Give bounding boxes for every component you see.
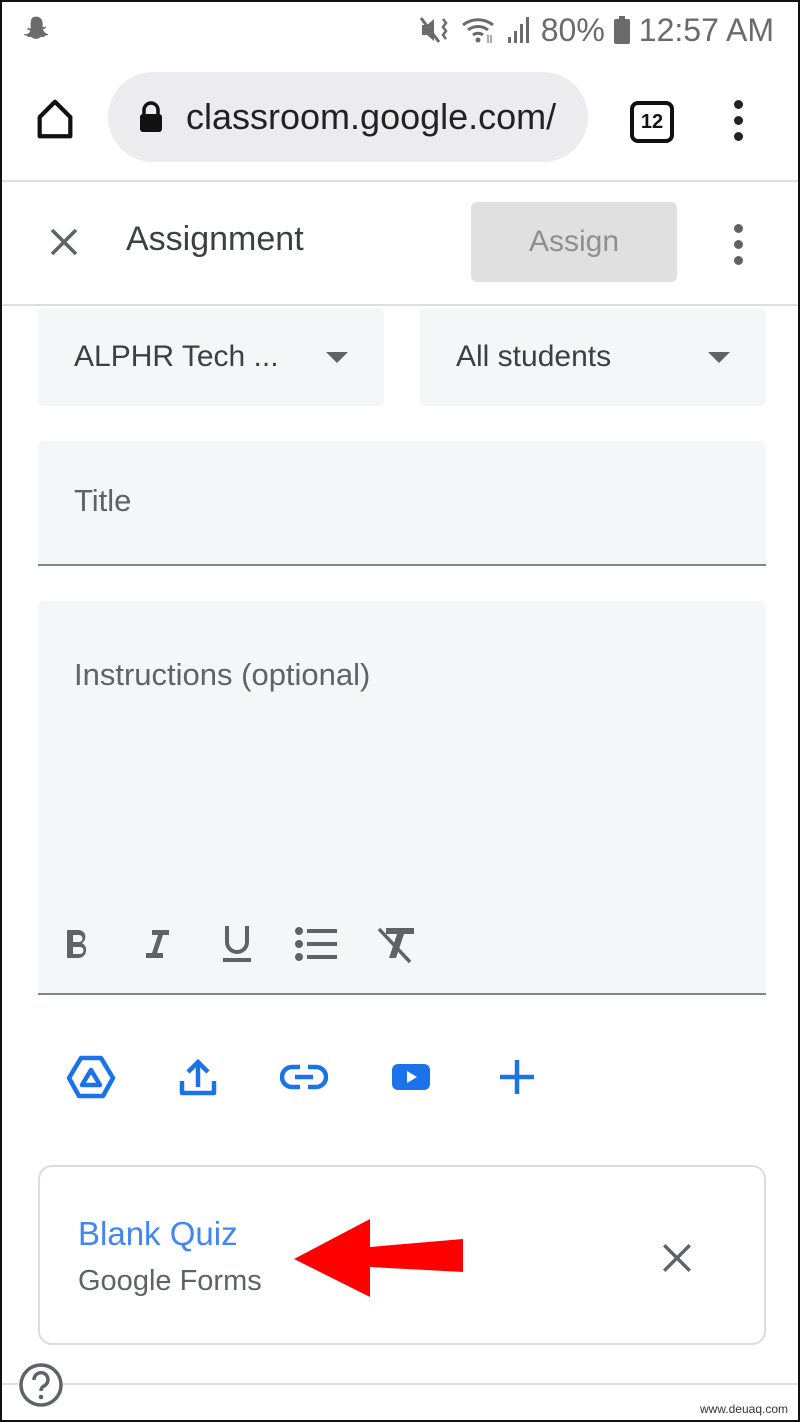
red-arrow-annotation: [294, 1219, 463, 1297]
tab-count: 12: [640, 110, 664, 133]
students-select-value: All students: [456, 340, 612, 373]
plus-icon: [500, 1060, 534, 1094]
address-bar[interactable]: classroom.google.com/: [108, 72, 588, 162]
battery-icon: [613, 16, 630, 44]
divider: [2, 304, 798, 306]
create-button[interactable]: [492, 1054, 542, 1100]
bulleted-list-icon: [295, 927, 337, 961]
upload-button[interactable]: [173, 1054, 223, 1100]
wifi-icon: [461, 18, 494, 43]
italic-icon: [146, 930, 169, 958]
underline-button[interactable]: [215, 922, 259, 966]
title-input[interactable]: Title: [38, 441, 766, 566]
tab-switcher-button[interactable]: 12: [630, 101, 674, 143]
home-icon[interactable]: [32, 96, 78, 142]
mute-vibrate-icon: [419, 17, 448, 43]
bold-icon: [67, 930, 87, 958]
underline-icon: [223, 926, 251, 962]
more-vert-icon: [734, 224, 743, 233]
link-button[interactable]: [279, 1054, 329, 1100]
watermark: www.deuaq.com: [699, 1402, 788, 1416]
dropdown-arrow-icon: [708, 351, 730, 363]
class-select-value: ALPHR Tech ...: [74, 340, 279, 373]
divider: [2, 180, 798, 182]
google-drive-button[interactable]: [66, 1054, 116, 1100]
clear-formatting-icon: [377, 927, 414, 964]
italic-button[interactable]: [135, 922, 179, 966]
close-icon[interactable]: [46, 224, 82, 260]
youtube-button[interactable]: [386, 1054, 436, 1100]
assign-button[interactable]: Assign: [471, 202, 677, 282]
more-vert-icon: [734, 100, 743, 109]
link-icon: [280, 1064, 328, 1090]
lock-icon: [140, 101, 162, 132]
google-drive-icon: [66, 1055, 116, 1099]
signal-icon: [507, 17, 529, 43]
upload-icon: [179, 1058, 217, 1096]
url-text: classroom.google.com/: [186, 96, 557, 137]
help-icon[interactable]: [18, 1362, 64, 1408]
assignment-menu-button[interactable]: [734, 224, 743, 265]
title-placeholder: Title: [74, 483, 132, 518]
snapchat-ghost-icon: [23, 16, 49, 39]
attachment-title[interactable]: Blank Quiz: [78, 1215, 238, 1253]
students-select[interactable]: All students: [420, 308, 766, 406]
clock: 12:57 AM: [638, 11, 774, 48]
browser-menu-button[interactable]: [734, 100, 743, 141]
youtube-icon: [392, 1064, 430, 1090]
class-select[interactable]: ALPHR Tech ...: [38, 308, 384, 406]
clear-formatting-button[interactable]: [374, 922, 418, 966]
bold-button[interactable]: [56, 922, 100, 966]
dropdown-arrow-icon: [326, 351, 348, 363]
status-indicators: 80% 12:57 AM: [419, 10, 774, 50]
page-title: Assignment: [126, 220, 304, 258]
divider: [2, 1383, 798, 1385]
battery-percent: 80%: [540, 11, 605, 48]
attachment-subtitle: Google Forms: [78, 1265, 262, 1297]
instructions-placeholder: Instructions (optional): [74, 657, 371, 692]
bulleted-list-button[interactable]: [294, 922, 338, 966]
remove-attachment-icon[interactable]: [660, 1241, 694, 1275]
status-bar: 80% 12:57 AM: [2, 2, 798, 58]
